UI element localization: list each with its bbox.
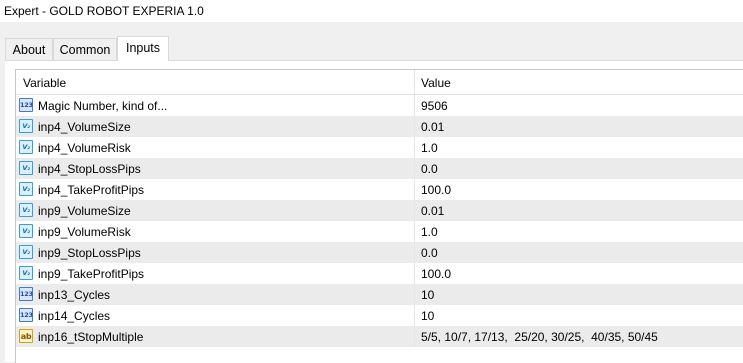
table-header: Variable Value bbox=[16, 70, 743, 95]
variable-name: inp9_VolumeSize bbox=[38, 204, 131, 218]
column-separator[interactable] bbox=[414, 70, 415, 94]
cell-divider bbox=[414, 179, 415, 200]
cell-divider bbox=[414, 242, 415, 263]
double-type-icon: V₂ bbox=[19, 203, 33, 217]
cell-divider bbox=[414, 284, 415, 305]
tab-strip: About Common Inputs bbox=[5, 36, 743, 61]
variable-value[interactable]: 10 bbox=[421, 288, 434, 302]
inputs-table: Variable Value 123 Magic Number, kind of.… bbox=[15, 69, 743, 363]
variable-name: inp9_StopLossPips bbox=[38, 246, 141, 260]
cell-divider bbox=[414, 116, 415, 137]
double-type-icon: V₂ bbox=[19, 119, 33, 133]
variable-value[interactable]: 100.0 bbox=[421, 183, 451, 197]
window-title: Expert - GOLD ROBOT EXPERIA 1.0 bbox=[4, 4, 204, 18]
tab-about[interactable]: About bbox=[5, 38, 53, 60]
integer-type-icon: 123 bbox=[19, 98, 33, 112]
variable-name: inp14_Cycles bbox=[38, 309, 111, 323]
variable-value[interactable]: 0.0 bbox=[421, 162, 438, 176]
variable-name: inp16_tStopMultiple bbox=[38, 330, 144, 344]
variable-name: inp4_StopLossPips bbox=[38, 162, 141, 176]
variable-name: inp9_VolumeRisk bbox=[38, 225, 131, 239]
variable-name: Magic Number, kind of... bbox=[38, 99, 168, 113]
cell-divider bbox=[414, 305, 415, 326]
table-row[interactable]: ab inp16_tStopMultiple 5/5, 10/7, 17/13, 2… bbox=[16, 326, 743, 347]
table-row[interactable]: V₂ inp9_VolumeRisk 1.0 bbox=[16, 221, 743, 242]
cell-divider bbox=[414, 326, 415, 347]
variable-value[interactable]: 100.0 bbox=[421, 267, 451, 281]
variable-name: inp4_TakeProfitPips bbox=[38, 183, 145, 197]
cell-divider bbox=[414, 200, 415, 221]
double-type-icon: V₂ bbox=[19, 266, 33, 280]
variable-value[interactable]: 1.0 bbox=[421, 225, 438, 239]
integer-type-icon: 123 bbox=[19, 308, 33, 322]
column-header-value[interactable]: Value bbox=[421, 76, 451, 90]
variable-name: inp9_TakeProfitPips bbox=[38, 267, 145, 281]
double-type-icon: V₂ bbox=[19, 140, 33, 154]
variable-value[interactable]: 0.01 bbox=[421, 204, 444, 218]
variable-value[interactable]: 5/5, 10/7, 17/13, 25/20, 30/25, 40/35, 5… bbox=[421, 330, 658, 344]
table-row[interactable]: 123 inp13_Cycles 10 bbox=[16, 284, 743, 305]
integer-type-icon: 123 bbox=[19, 287, 33, 301]
string-type-icon: ab bbox=[19, 329, 33, 343]
variable-value[interactable]: 0.01 bbox=[421, 120, 444, 134]
double-type-icon: V₂ bbox=[19, 161, 33, 175]
table-row[interactable]: V₂ inp4_TakeProfitPips 100.0 bbox=[16, 179, 743, 200]
cell-divider bbox=[414, 137, 415, 158]
variable-name: inp4_VolumeSize bbox=[38, 120, 131, 134]
double-type-icon: V₂ bbox=[19, 245, 33, 259]
cell-divider bbox=[414, 95, 415, 116]
table-row[interactable]: V₂ inp9_TakeProfitPips 100.0 bbox=[16, 263, 743, 284]
cell-divider bbox=[414, 158, 415, 179]
table-row[interactable]: V₂ inp4_StopLossPips 0.0 bbox=[16, 158, 743, 179]
window-titlebar: Expert - GOLD ROBOT EXPERIA 1.0 bbox=[0, 0, 743, 22]
column-header-variable[interactable]: Variable bbox=[23, 76, 66, 90]
variable-value[interactable]: 10 bbox=[421, 309, 434, 323]
table-row[interactable]: V₂ inp4_VolumeRisk 1.0 bbox=[16, 137, 743, 158]
variable-name: inp4_VolumeRisk bbox=[38, 141, 131, 155]
inputs-panel: Variable Value 123 Magic Number, kind of.… bbox=[5, 61, 743, 363]
cell-divider bbox=[414, 263, 415, 284]
table-row[interactable]: 123 Magic Number, kind of... 9506 bbox=[16, 95, 743, 116]
variable-value[interactable]: 0.0 bbox=[421, 246, 438, 260]
table-row[interactable]: V₂ inp9_StopLossPips 0.0 bbox=[16, 242, 743, 263]
table-row[interactable]: 123 inp14_Cycles 10 bbox=[16, 305, 743, 326]
table-row[interactable]: V₂ inp9_VolumeSize 0.01 bbox=[16, 200, 743, 221]
cell-divider bbox=[414, 221, 415, 242]
variable-value[interactable]: 1.0 bbox=[421, 141, 438, 155]
tab-inputs[interactable]: Inputs bbox=[117, 36, 169, 61]
double-type-icon: V₂ bbox=[19, 224, 33, 238]
tab-common[interactable]: Common bbox=[53, 38, 117, 60]
double-type-icon: V₂ bbox=[19, 182, 33, 196]
variable-value[interactable]: 9506 bbox=[421, 99, 448, 113]
variable-name: inp13_Cycles bbox=[38, 288, 111, 302]
table-row[interactable]: V₂ inp4_VolumeSize 0.01 bbox=[16, 116, 743, 137]
